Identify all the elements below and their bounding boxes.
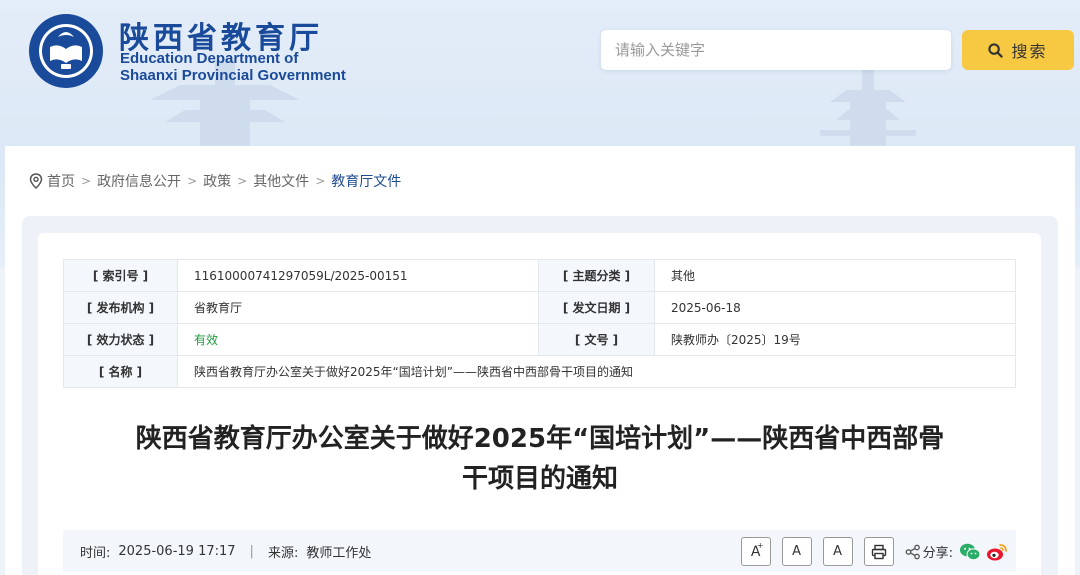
font-medium-label: A: [792, 544, 802, 559]
publish-time: 时间: 2025-06-19 17:17: [80, 542, 236, 561]
table-row: [ 效力状态 ] 有效 [ 文号 ] 陕教师办〔2025〕19号: [63, 323, 1016, 356]
search-input[interactable]: [601, 30, 951, 70]
meta-divider: |: [249, 543, 254, 559]
breadcrumb-policy[interactable]: 政策: [203, 171, 231, 191]
font-size-small-button[interactable]: A: [822, 537, 853, 566]
article-source: 来源: 教师工作处: [268, 542, 371, 561]
publisher-label: [ 发布机构 ]: [63, 291, 178, 324]
doc-number-label: [ 文号 ]: [538, 323, 655, 356]
date-value: 2025-06-18: [654, 291, 1016, 324]
font-size-large-button[interactable]: A +: [740, 537, 771, 566]
status-label: [ 效力状态 ]: [63, 323, 178, 356]
brand-title-en-line2: Shaanxi Provincial Government: [120, 67, 346, 84]
breadcrumb-dept-files[interactable]: 教育厅文件: [331, 171, 401, 191]
breadcrumb-home[interactable]: 首页: [47, 171, 75, 191]
location-pin-icon: [29, 173, 43, 189]
time-value: 2025-06-19 17:17: [118, 543, 236, 559]
print-button[interactable]: [863, 537, 894, 566]
time-label: 时间:: [80, 545, 111, 561]
search-button[interactable]: 搜索: [962, 30, 1074, 70]
wechat-share-icon[interactable]: [959, 542, 981, 562]
table-row: [ 发布机构 ] 省教育厅 [ 发文日期 ] 2025-06-18: [63, 291, 1016, 324]
breadcrumb-separator: >: [315, 174, 326, 188]
topic-label: [ 主题分类 ]: [538, 259, 655, 292]
table-row: [ 名称 ] 陕西省教育厅办公室关于做好2025年“国培计划”——陕西省中西部骨…: [63, 355, 1016, 388]
article-tools: A + A A 分享:: [740, 537, 1008, 566]
article-meta-bar: 时间: 2025-06-19 17:17 | 来源: 教师工作处 A+ A A: [63, 530, 1016, 572]
font-large-plus: +: [756, 541, 764, 550]
breadcrumb-separator: >: [187, 174, 198, 188]
publisher-value: 省教育厅: [177, 291, 539, 324]
breadcrumb-separator: >: [81, 174, 92, 188]
status-value: 有效: [177, 323, 539, 356]
document-info-table: [ 索引号 ] 11610000741297059L/2025-00151 [ …: [63, 259, 1016, 388]
share-label: 分享:: [922, 546, 953, 561]
article-title-line1: 陕西省教育厅办公室关于做好2025年“国培计划”——陕西省中西部骨: [135, 424, 945, 454]
article-title: 陕西省教育厅办公室关于做好2025年“国培计划”——陕西省中西部骨 干项目的通知: [90, 419, 990, 499]
index-value: 11610000741297059L/2025-00151: [177, 259, 539, 292]
table-row: [ 索引号 ] 11610000741297059L/2025-00151 [ …: [63, 259, 1016, 292]
topic-value: 其他: [654, 259, 1016, 292]
breadcrumb-other-files[interactable]: 其他文件: [253, 171, 309, 191]
breadcrumb: 首页 > 政府信息公开 > 政策 > 其他文件 > 教育厅文件: [29, 171, 401, 191]
index-label: [ 索引号 ]: [63, 259, 178, 292]
eds-seal-icon: [29, 14, 103, 88]
article-title-line2: 干项目的通知: [461, 464, 618, 494]
font-small-label: A: [833, 544, 843, 559]
search-button-label: 搜索: [1011, 42, 1048, 61]
doc-number-value: 陕教师办〔2025〕19号: [654, 323, 1016, 356]
weibo-share-icon[interactable]: [986, 542, 1008, 562]
share-icon: [905, 544, 920, 559]
font-size-medium-button[interactable]: A: [781, 537, 812, 566]
search-icon: [988, 42, 1004, 58]
date-label: [ 发文日期 ]: [538, 291, 655, 324]
breadcrumb-separator: >: [237, 174, 248, 188]
brand-title-en-line1: Education Department of: [120, 50, 299, 67]
name-label: [ 名称 ]: [63, 355, 178, 388]
source-value: 教师工作处: [306, 545, 372, 561]
name-value: 陕西省教育厅办公室关于做好2025年“国培计划”——陕西省中西部骨干项目的通知: [177, 355, 1016, 388]
source-label: 来源:: [267, 545, 299, 561]
breadcrumb-gov-info[interactable]: 政府信息公开: [97, 171, 181, 191]
printer-icon: [871, 544, 886, 559]
